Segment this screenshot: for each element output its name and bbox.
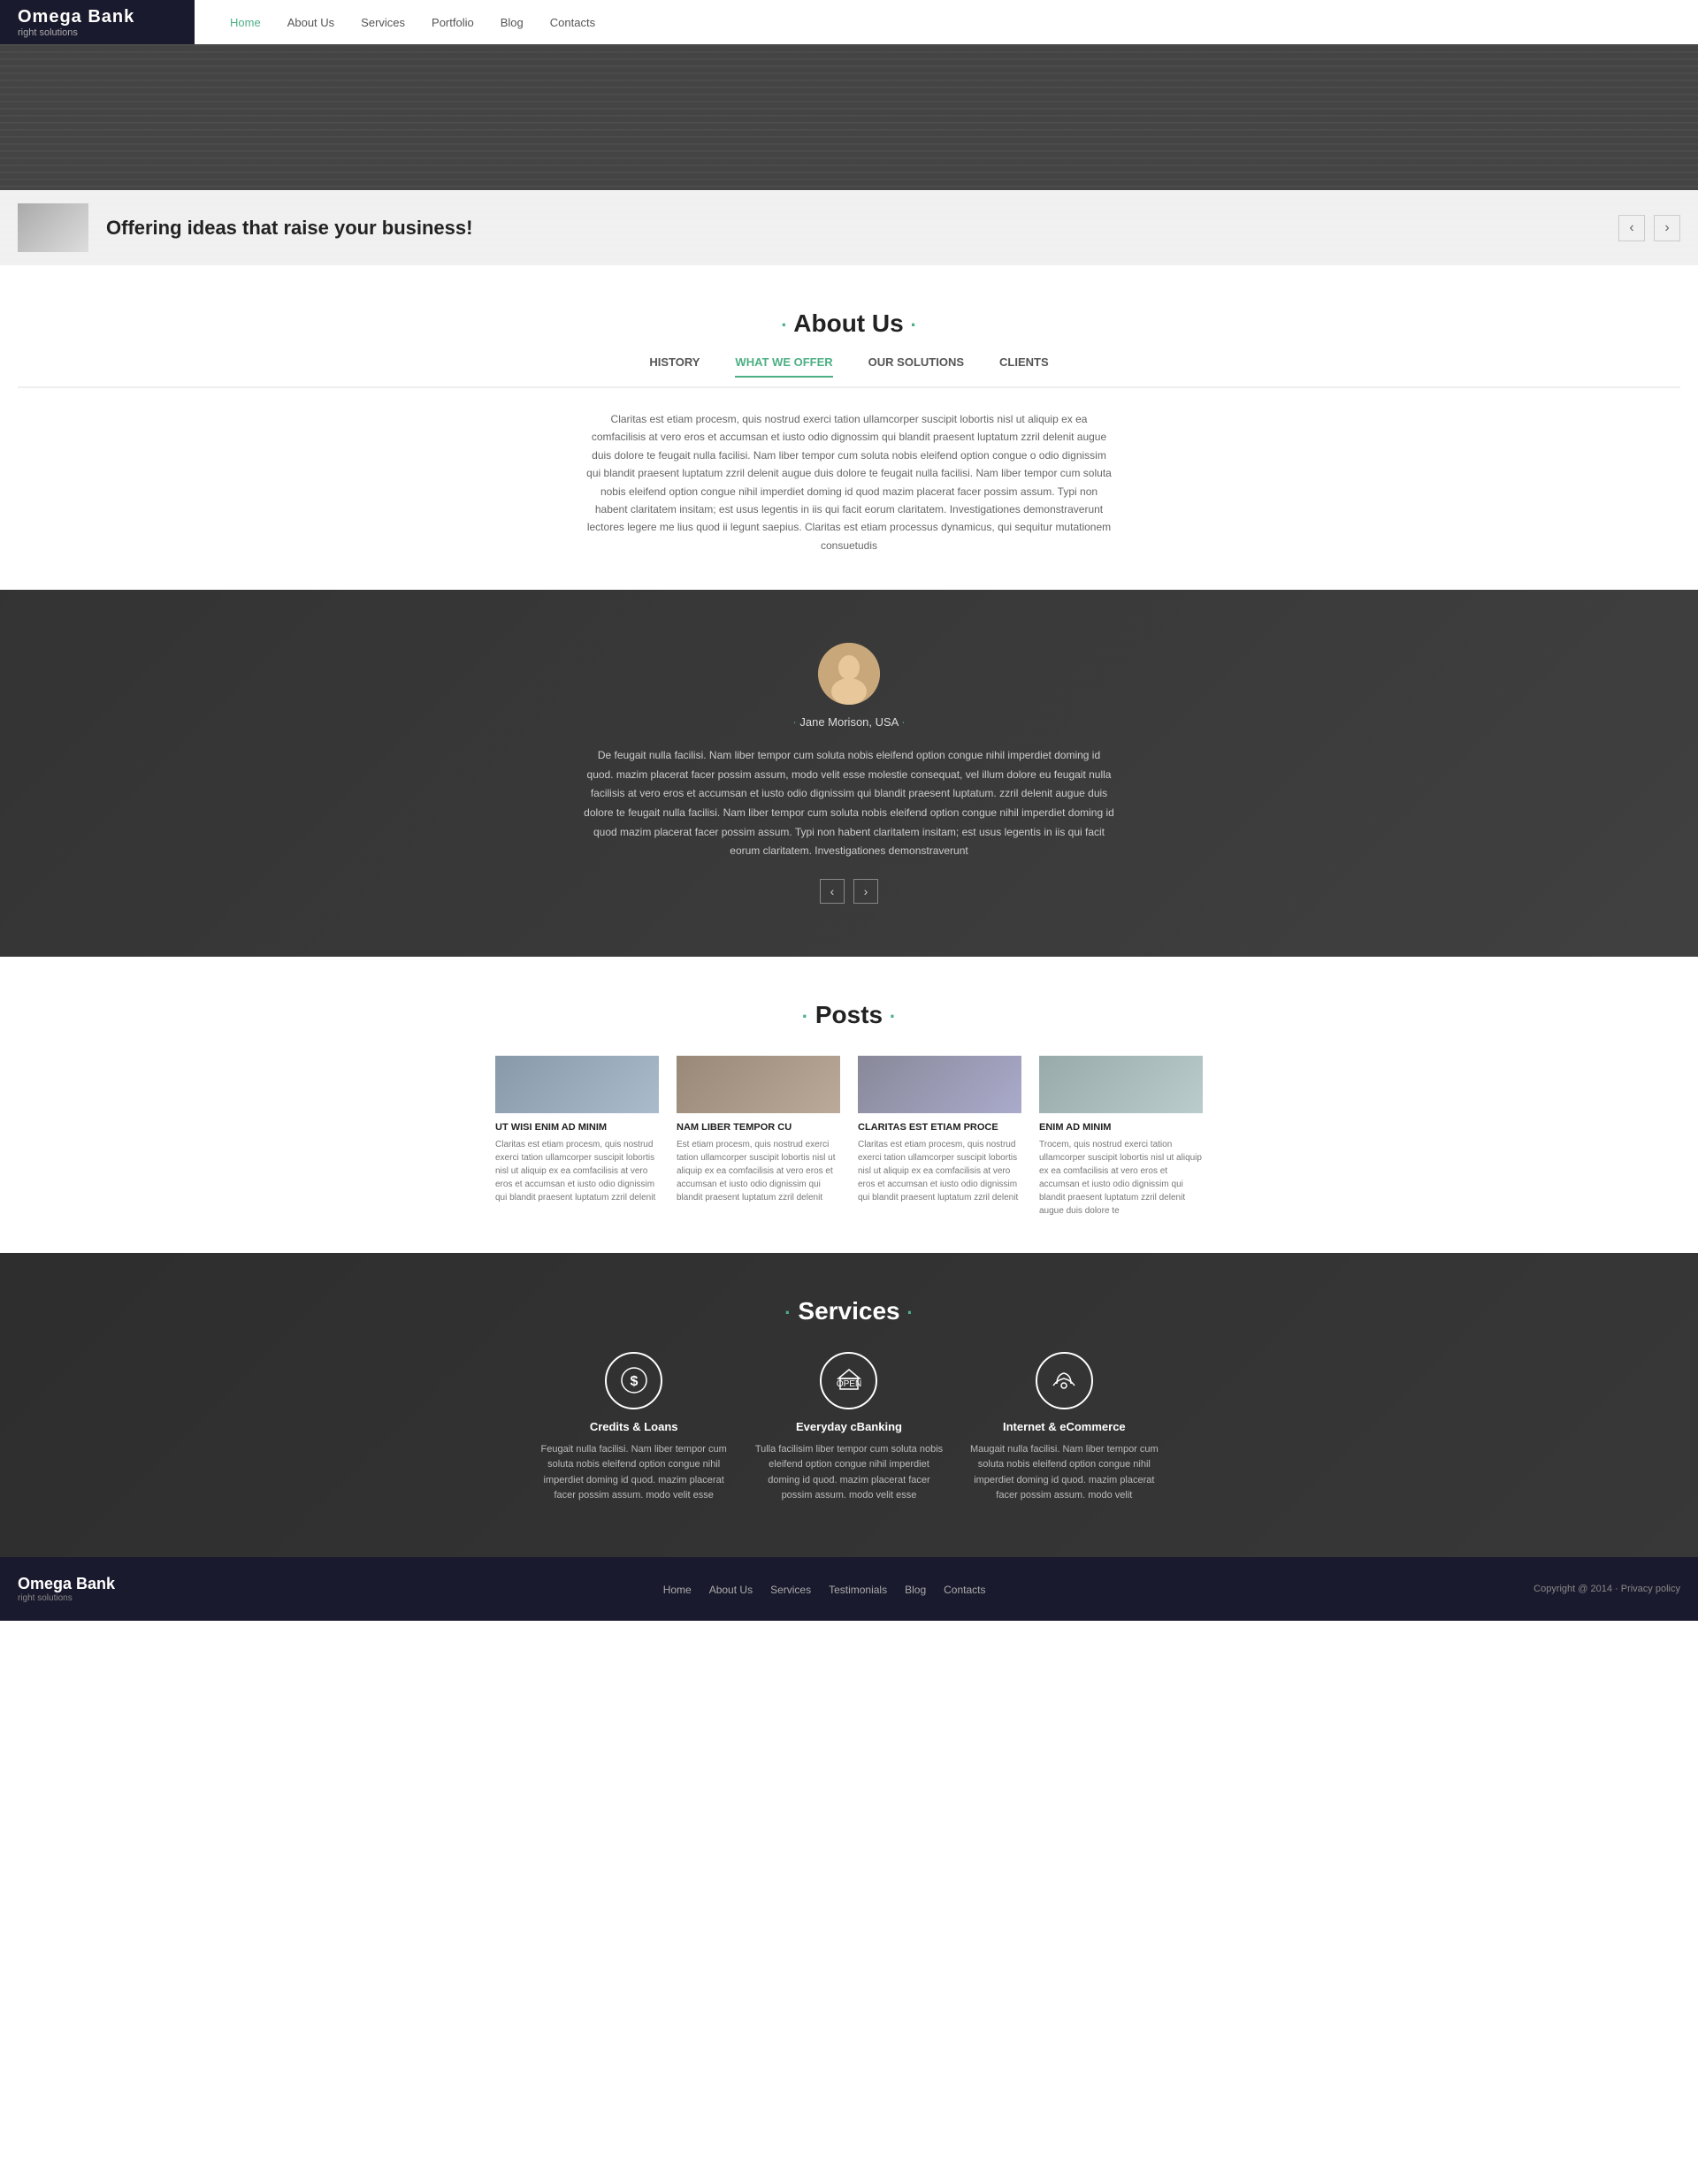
post-title-4: ENIM AD MINIM	[1039, 1122, 1203, 1133]
footer-brand-sub: right solutions	[18, 1593, 115, 1603]
service-card-1: $ Credits & Loans Feugait nulla facilisi…	[539, 1352, 728, 1504]
testimonial-section: · Jane Morison, USA · De feugait nulla f…	[0, 590, 1698, 957]
testimonial-avatar	[818, 643, 880, 705]
testimonial-text: De feugait nulla facilisi. Nam liber tem…	[584, 746, 1114, 861]
about-tabs: HISTORY WHAT WE OFFER OUR SOLUTIONS CLIE…	[18, 355, 1680, 388]
about-title-dot-left: ·	[781, 314, 787, 336]
post-title-1: UT WISI ENIM AD MINIM	[495, 1122, 659, 1133]
service-icon-banking: OPEN	[820, 1352, 877, 1409]
post-card-1: UT WISI ENIM AD MINIM Claritas est etiam…	[495, 1056, 659, 1218]
service-text-3: Maugait nulla facilisi. Nam liber tempor…	[970, 1442, 1159, 1504]
hero-heading: Offering ideas that raise your business!	[106, 217, 1601, 240]
post-card-2: NAM LIBER TEMPOR CU Est etiam procesm, q…	[677, 1056, 840, 1218]
tab-history[interactable]: HISTORY	[649, 355, 700, 378]
nav-item-about[interactable]: About Us	[287, 15, 334, 29]
service-name-1: Credits & Loans	[539, 1420, 728, 1433]
tab-what-we-offer[interactable]: WHAT WE OFFER	[735, 355, 832, 378]
footer-copyright: Copyright @ 2014 · Privacy policy	[1534, 1584, 1680, 1594]
svg-text:$: $	[630, 1374, 638, 1389]
post-thumb-3	[858, 1056, 1021, 1113]
nav-item-home[interactable]: Home	[230, 15, 261, 29]
footer-nav-links: Home About Us Services Testimonials Blog…	[663, 1582, 986, 1596]
hero-prev-arrow[interactable]: ‹	[1618, 215, 1645, 241]
service-text-2: Tulla facilisim liber tempor cum soluta …	[754, 1442, 943, 1504]
post-thumb-2	[677, 1056, 840, 1113]
testimonial-prev-arrow[interactable]: ‹	[820, 879, 845, 904]
testimonial-next-arrow[interactable]: ›	[853, 879, 878, 904]
brand-logo: Omega Bank right solutions	[0, 0, 195, 44]
posts-title: · Posts ·	[18, 1001, 1680, 1029]
hero-section: Offering ideas that raise your business!…	[0, 44, 1698, 265]
post-text-4: Trocem, quis nostrud exerci tation ullam…	[1039, 1138, 1203, 1218]
about-content-text: Claritas est etiam procesm, quis nostrud…	[584, 410, 1114, 554]
post-text-1: Claritas est etiam procesm, quis nostrud…	[495, 1138, 659, 1204]
service-text-1: Feugait nulla facilisi. Nam liber tempor…	[539, 1442, 728, 1504]
svg-text:OPEN: OPEN	[837, 1379, 861, 1389]
footer: Omega Bank right solutions Home About Us…	[0, 1557, 1698, 1621]
testimonial-name: · Jane Morison, USA ·	[18, 715, 1680, 729]
footer-link-home[interactable]: Home	[663, 1582, 692, 1596]
hero-thumbnail	[18, 203, 88, 252]
navbar: Omega Bank right solutions Home About Us…	[0, 0, 1698, 44]
post-title-2: NAM LIBER TEMPOR CU	[677, 1122, 840, 1133]
hero-nav-arrows: ‹ ›	[1618, 215, 1680, 241]
about-title-text: About Us	[793, 309, 903, 337]
hero-overlay: Offering ideas that raise your business!…	[0, 190, 1698, 265]
brand-name: Omega Bank	[18, 7, 177, 27]
nav-item-portfolio[interactable]: Portfolio	[432, 15, 474, 29]
post-card-4: ENIM AD MINIM Trocem, quis nostrud exerc…	[1039, 1056, 1203, 1218]
tab-our-solutions[interactable]: OUR SOLUTIONS	[868, 355, 964, 378]
about-title: · About Us ·	[18, 309, 1680, 338]
about-section: · About Us · HISTORY WHAT WE OFFER OUR S…	[0, 265, 1698, 590]
testimonial-nav-arrows: ‹ ›	[18, 879, 1680, 904]
post-thumb-4	[1039, 1056, 1203, 1113]
tab-clients[interactable]: CLIENTS	[999, 355, 1049, 378]
hero-next-arrow[interactable]: ›	[1654, 215, 1680, 241]
nav-item-blog[interactable]: Blog	[501, 15, 524, 29]
post-text-2: Est etiam procesm, quis nostrud exerci t…	[677, 1138, 840, 1204]
nav-links: Home About Us Services Portfolio Blog Co…	[230, 15, 595, 29]
post-text-3: Claritas est etiam procesm, quis nostrud…	[858, 1138, 1021, 1204]
service-card-3: Internet & eCommerce Maugait nulla facil…	[970, 1352, 1159, 1504]
brand-sub: right solutions	[18, 27, 177, 38]
footer-link-contacts[interactable]: Contacts	[944, 1582, 985, 1596]
nav-item-services[interactable]: Services	[361, 15, 405, 29]
posts-grid: UT WISI ENIM AD MINIM Claritas est etiam…	[495, 1056, 1203, 1218]
service-card-2: OPEN Everyday cBanking Tulla facilisim l…	[754, 1352, 943, 1504]
footer-link-blog[interactable]: Blog	[905, 1582, 926, 1596]
nav-item-contacts[interactable]: Contacts	[550, 15, 595, 29]
services-title: · Services ·	[18, 1297, 1680, 1325]
footer-link-services[interactable]: Services	[770, 1582, 811, 1596]
service-name-2: Everyday cBanking	[754, 1420, 943, 1433]
service-icon-ecommerce	[1036, 1352, 1093, 1409]
post-card-3: CLARITAS EST ETIAM PROCE Claritas est et…	[858, 1056, 1021, 1218]
footer-brand-name: Omega Bank	[18, 1575, 115, 1593]
post-title-3: CLARITAS EST ETIAM PROCE	[858, 1122, 1021, 1133]
services-section: · Services · $ Credits & Loans Feugait n…	[0, 1253, 1698, 1557]
service-name-3: Internet & eCommerce	[970, 1420, 1159, 1433]
footer-brand: Omega Bank right solutions	[18, 1575, 115, 1603]
posts-section: · Posts · UT WISI ENIM AD MINIM Claritas…	[0, 957, 1698, 1253]
service-icon-credits: $	[605, 1352, 662, 1409]
footer-link-about[interactable]: About Us	[709, 1582, 753, 1596]
services-grid: $ Credits & Loans Feugait nulla facilisi…	[539, 1352, 1159, 1504]
about-title-dot-right: ·	[910, 314, 916, 336]
post-thumb-1	[495, 1056, 659, 1113]
footer-link-testimonials[interactable]: Testimonials	[829, 1582, 887, 1596]
